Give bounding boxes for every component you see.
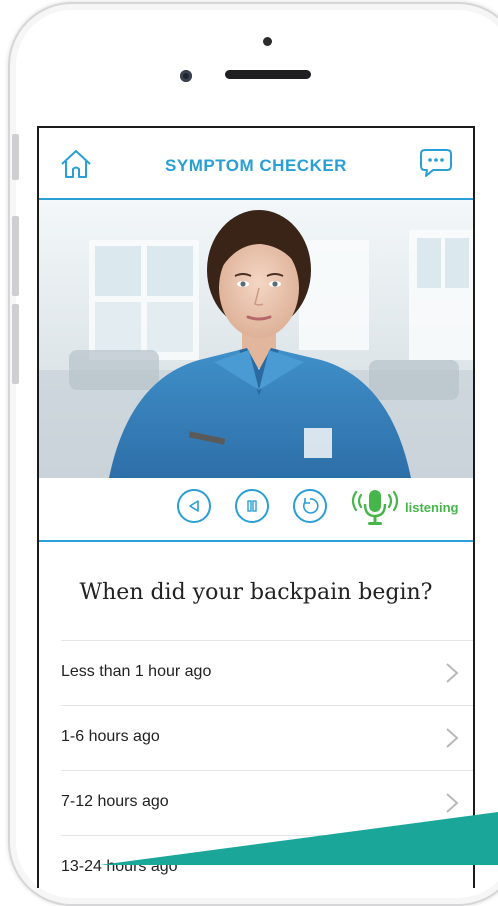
replay-icon	[302, 498, 319, 514]
answer-label: 13-24 hours ago	[61, 858, 178, 875]
earpiece-speaker	[225, 70, 311, 79]
question-text: When did your backpain begin?	[79, 580, 433, 605]
back-icon	[189, 500, 199, 512]
chevron-right-icon	[446, 663, 459, 683]
back-button[interactable]	[177, 489, 211, 523]
video-controls: listening	[39, 478, 473, 542]
replay-button[interactable]	[293, 489, 327, 523]
answer-label: 1-6 hours ago	[61, 728, 160, 745]
chevron-right-icon	[446, 793, 459, 813]
nurse-avatar-image	[39, 200, 473, 478]
volume-up-button	[12, 216, 19, 296]
listening-status: listening	[405, 500, 459, 515]
pause-icon	[247, 500, 257, 512]
nurse-video	[39, 200, 473, 478]
chat-button[interactable]	[419, 148, 453, 178]
answer-option-4[interactable]: 13-24 hours ago	[61, 835, 473, 888]
answer-label: 7-12 hours ago	[61, 793, 169, 810]
proximity-sensor	[263, 37, 272, 46]
page-title: SYMPTOM CHECKER	[165, 156, 347, 175]
answer-option-3[interactable]: 7-12 hours ago	[61, 770, 473, 835]
chevron-right-icon	[446, 728, 459, 748]
answer-label: Less than 1 hour ago	[61, 663, 212, 680]
pause-button[interactable]	[235, 489, 269, 523]
microphone-icon[interactable]	[349, 487, 401, 527]
answer-list: Less than 1 hour ago 1-6 hours ago 7-12 …	[61, 640, 473, 888]
front-camera	[180, 70, 192, 82]
answer-option-1[interactable]: Less than 1 hour ago	[61, 640, 473, 705]
chat-icon	[420, 149, 452, 177]
answer-option-2[interactable]: 1-6 hours ago	[61, 705, 473, 770]
app-screen: SYMPTOM CHECKER listening When did your …	[37, 126, 475, 888]
volume-down-button	[12, 304, 19, 384]
mute-switch	[12, 134, 19, 180]
app-bar: SYMPTOM CHECKER	[39, 128, 473, 200]
